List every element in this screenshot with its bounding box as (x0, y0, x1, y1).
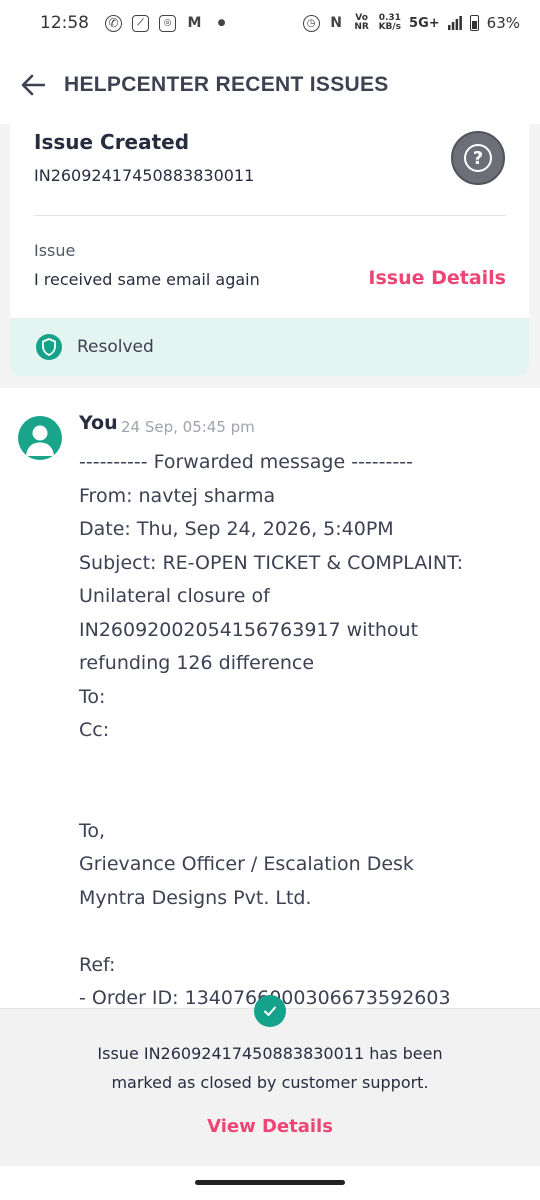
myntra-icon: M (187, 15, 202, 31)
message-line (79, 915, 529, 949)
page-title: HELPCENTER RECENT ISSUES (64, 73, 389, 96)
avatar (18, 416, 62, 460)
message-line: - Order ID: 1340766000306673592603 (79, 987, 451, 1008)
message-sender: You (79, 412, 118, 434)
network-type: 5G+ (409, 15, 440, 31)
volte-indicator: Vo NR (354, 13, 369, 32)
view-details-link[interactable]: View Details (0, 1116, 540, 1137)
issue-card: Issue Created IN26092417450883830011 ? I… (10, 124, 529, 376)
home-gesture-handle[interactable] (195, 1180, 345, 1185)
status-left: 12:58 ✆ ⟋ ◎ M ● (40, 13, 230, 33)
dot-icon: ● (217, 18, 226, 28)
status-right: ◷ N Vo NR 0.31 KB/s 5G+ 63% (302, 13, 520, 32)
message-line: To, (79, 819, 106, 842)
navigation-bar (0, 1166, 540, 1200)
toast-message: Issue IN26092417450883830011 has been ma… (60, 1039, 480, 1097)
back-arrow-icon[interactable] (20, 72, 46, 98)
issue-status-label: Issue Created (34, 130, 190, 154)
message-line: Subject: RE-OPEN TICKET & COMPLAINT: (79, 551, 463, 574)
message-line: Grievance Officer / Escalation Desk (79, 853, 414, 875)
resolved-label: Resolved (77, 337, 154, 357)
message-line: IN26092002054156763917 without (79, 618, 419, 641)
user-icon (26, 425, 54, 456)
help-button[interactable]: ? (451, 131, 505, 185)
shield-check-icon (36, 334, 62, 360)
status-time: 12:58 (40, 13, 89, 33)
message-line: refunding 126 difference (79, 652, 315, 674)
battery-icon (469, 15, 479, 31)
message-line: Ref: (79, 953, 116, 976)
status-bar: 12:58 ✆ ⟋ ◎ M ● ◷ N Vo NR 0.31 KB/s 5G+ … (0, 0, 540, 46)
message-line (79, 781, 529, 815)
divider (34, 215, 506, 216)
whatsapp-icon: ✆ (105, 14, 122, 32)
battery-percent: 63% (486, 14, 520, 32)
message-line: Cc: (79, 719, 110, 741)
message-thread[interactable]: You 24 Sep, 05:45 pm ---------- Forwarde… (0, 388, 540, 1008)
message-line: Myntra Designs Pvt. Ltd. (79, 886, 312, 909)
closed-issue-toast: Issue IN26092417450883830011 has been ma… (0, 995, 540, 1166)
issue-details-link[interactable]: Issue Details (368, 267, 506, 289)
resolved-status-bar: Resolved (10, 318, 529, 376)
signal-icon (447, 16, 462, 30)
issue-label: Issue (34, 241, 76, 260)
instagram-icon: ◎ (159, 14, 176, 32)
message-line (79, 748, 529, 782)
network-speed: 0.31 KB/s (379, 14, 401, 32)
toast-message-line: marked as closed by customer support. (111, 1073, 429, 1092)
message-line: From: navtej sharma (79, 484, 276, 507)
check-icon (254, 995, 286, 1027)
message-line: Date: Thu, Sep 24, 2026, 5:40PM (79, 518, 394, 540)
question-mark-icon: ? (464, 144, 492, 172)
message-body: ---------- Forwarded message --------- F… (79, 446, 529, 1008)
issue-id: IN26092417450883830011 (34, 166, 255, 185)
message-line: Unilateral closure of (79, 585, 270, 607)
toast-message-line: Issue IN26092417450883830011 has been (97, 1044, 443, 1063)
app-bar: HELPCENTER RECENT ISSUES (0, 46, 540, 124)
issue-description: I received same email again (34, 270, 260, 289)
message-line: ---------- Forwarded message --------- (79, 451, 413, 473)
network-speed-unit: KB/s (378, 22, 402, 32)
app-icon: ⟋ (132, 14, 149, 32)
nfc-icon: N (330, 15, 342, 31)
message-timestamp: 24 Sep, 05:45 pm (121, 418, 255, 436)
alarm-icon: ◷ (302, 14, 320, 32)
message-line: To: (79, 685, 106, 708)
